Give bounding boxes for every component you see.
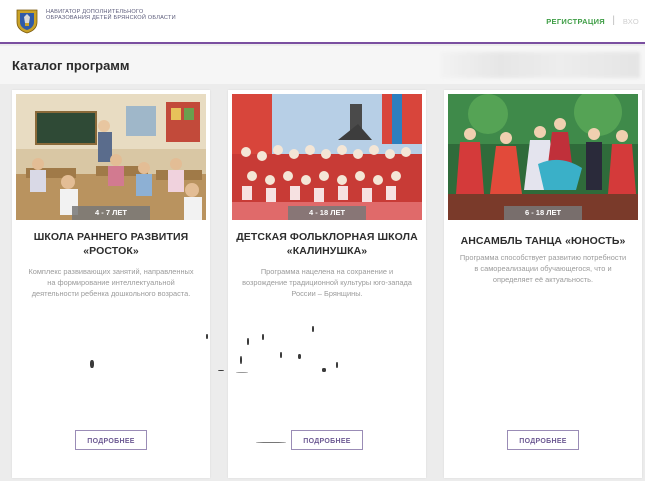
scan-speck: [256, 442, 286, 443]
scan-speck: [262, 334, 264, 340]
program-title[interactable]: АНСАМБЛЬ ТАНЦА «ЮНОСТЬ»: [450, 234, 636, 248]
scan-speck: [322, 368, 326, 372]
program-image-classroom[interactable]: 4 - 7 ЛЕТ: [16, 94, 206, 220]
scan-speck: [236, 372, 248, 373]
age-badge: 4 - 18 ЛЕТ: [288, 206, 366, 220]
login-link[interactable]: ВХО: [623, 17, 639, 26]
page-title: Каталог программ: [12, 58, 130, 73]
program-card[interactable]: 4 - 18 ЛЕТ ДЕТСКАЯ ФОЛЬКЛОРНАЯ ШКОЛА «КА…: [228, 90, 426, 478]
scan-speck: [247, 338, 249, 345]
scan-speck: [240, 356, 242, 364]
faded-banner-text: [440, 52, 640, 78]
site-brand[interactable]: НАВИГАТОР ДОПОЛНИТЕЛЬНОГО ОБРАЗОВАНИЯ ДЕ…: [46, 9, 186, 22]
program-description: Программа нацелена на сохранение и возро…: [242, 267, 412, 298]
scan-speck: [218, 370, 224, 371]
register-link[interactable]: РЕГИСТРАЦИЯ: [546, 17, 605, 26]
scan-speck: [90, 360, 94, 368]
program-card[interactable]: 6 - 18 ЛЕТ АНСАМБЛЬ ТАНЦА «ЮНОСТЬ» Прогр…: [444, 90, 642, 478]
details-button[interactable]: ПОДРОБНЕЕ: [75, 430, 147, 450]
scan-speck: [298, 354, 301, 359]
program-description: Комплекс развивающих занятий, направленн…: [28, 267, 194, 298]
program-image-folk-choir[interactable]: 4 - 18 ЛЕТ: [232, 94, 422, 220]
scan-speck: [312, 326, 314, 332]
age-badge: 6 - 18 ЛЕТ: [504, 206, 582, 220]
scan-speck: [280, 352, 282, 358]
program-card[interactable]: 4 - 7 ЛЕТ ШКОЛА РАННЕГО РАЗВИТИЯ «РОСТОК…: [12, 90, 210, 478]
program-title[interactable]: ДЕТСКАЯ ФОЛЬКЛОРНАЯ ШКОЛА «КАЛИНУШКА»: [234, 230, 420, 258]
nav-separator: |: [612, 15, 615, 26]
coat-of-arms-icon[interactable]: [16, 8, 38, 34]
scan-speck: [206, 334, 208, 339]
program-description: Программа способствует развитию потребно…: [459, 253, 627, 284]
details-button[interactable]: ПОДРОБНЕЕ: [291, 430, 363, 450]
program-image-folk-dance[interactable]: 6 - 18 ЛЕТ: [448, 94, 638, 220]
program-title[interactable]: ШКОЛА РАННЕГО РАЗВИТИЯ «РОСТОК»: [18, 230, 204, 258]
site-header: НАВИГАТОР ДОПОЛНИТЕЛЬНОГО ОБРАЗОВАНИЯ ДЕ…: [0, 0, 645, 44]
details-button[interactable]: ПОДРОБНЕЕ: [507, 430, 579, 450]
scan-speck: [336, 362, 338, 368]
age-badge: 4 - 7 ЛЕТ: [72, 206, 150, 220]
